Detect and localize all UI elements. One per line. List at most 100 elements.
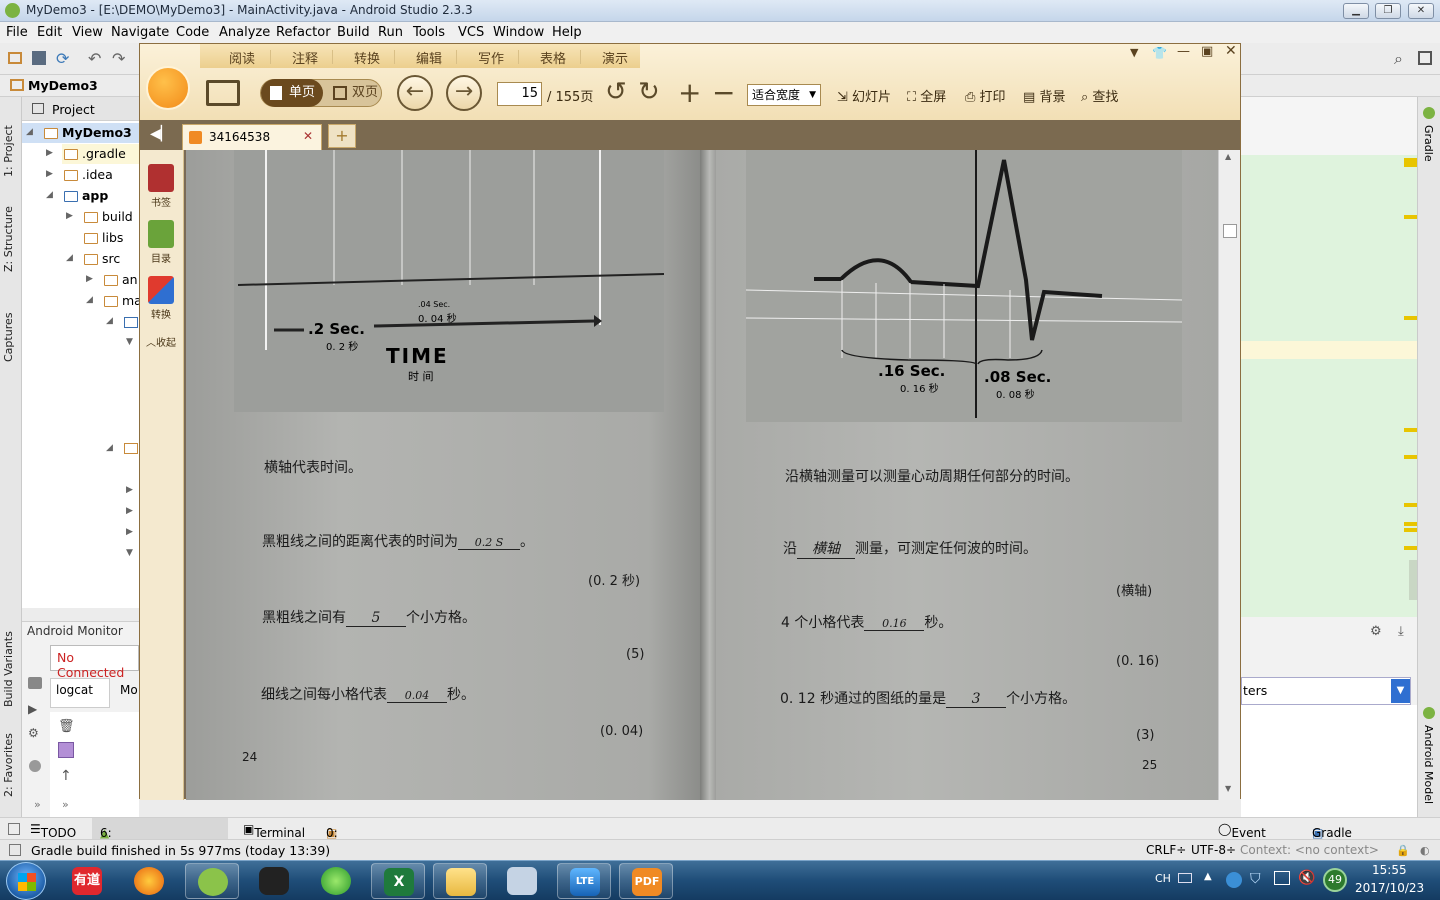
sysinfo-icon[interactable]: ⚙	[28, 726, 39, 740]
rotate-right-icon[interactable]: ↻	[638, 77, 660, 107]
taskbar-360[interactable]	[309, 863, 363, 899]
tab-logcat[interactable]: logcat	[56, 683, 93, 697]
tree-item-idea[interactable]: .idea	[64, 167, 113, 182]
toggle-sidebar-icon[interactable]: ◀▏	[150, 126, 172, 142]
scroll-thumb[interactable]	[1223, 224, 1237, 238]
tree-item-app[interactable]: app	[64, 188, 108, 203]
tree-item-androidtest[interactable]: an	[104, 272, 138, 287]
expand-arrow[interactable]: ▼	[126, 337, 133, 347]
taskbar-android-studio[interactable]	[185, 863, 239, 899]
tab-android-model[interactable]: Android Model	[1422, 725, 1435, 804]
print-button[interactable]: ⎙ 打印	[965, 86, 1006, 105]
menu-view[interactable]: View	[72, 25, 103, 40]
reader-menu-icon[interactable]: ▼	[1130, 46, 1138, 59]
expand-arrow[interactable]: ▶	[46, 169, 53, 179]
close-tab-icon[interactable]: ✕	[303, 129, 313, 143]
logcat-filter-select[interactable]: ters	[1243, 683, 1267, 698]
page-number-input[interactable]: 15	[497, 82, 542, 106]
taskbar-youdao[interactable]: 有道	[60, 863, 114, 899]
sidebar-toc[interactable]: 目录	[146, 220, 176, 265]
tab-terminal[interactable]: ▣ Terminal	[243, 822, 305, 840]
menu-navigate[interactable]: Navigate	[111, 25, 169, 40]
menu-build[interactable]: Build	[337, 25, 370, 40]
volume-muted-icon[interactable]: 🔇	[1298, 870, 1315, 886]
tree-item-main[interactable]: ma	[104, 293, 142, 308]
taskbar-calculator[interactable]	[495, 863, 549, 899]
lock-icon[interactable]: 🔒	[1396, 844, 1410, 857]
tray-app-icon[interactable]	[1226, 872, 1242, 888]
filter-dropdown-arrow[interactable]: ▼	[1391, 679, 1410, 703]
memory-icon[interactable]: ◐	[1420, 844, 1430, 857]
taskbar-nox[interactable]	[247, 863, 301, 899]
clock-date[interactable]: 2017/10/23	[1355, 881, 1424, 895]
tree-item-mydemo3[interactable]: MyDemo3	[44, 125, 132, 140]
search-icon[interactable]: ⌕	[1394, 49, 1403, 69]
network-icon[interactable]	[1274, 871, 1290, 885]
taskbar-excel[interactable]: X	[371, 863, 425, 899]
tab-write[interactable]: 写作	[478, 48, 504, 67]
redo-icon[interactable]: ↷	[112, 49, 125, 68]
tab-structure[interactable]: Z: Structure	[2, 192, 15, 272]
tab-todo[interactable]: ☰ TODO	[30, 822, 76, 840]
expand-arrow[interactable]: ▶	[86, 274, 93, 284]
tab-edit[interactable]: 编辑	[416, 48, 442, 67]
tab-monitors[interactable]: Mo	[120, 683, 138, 697]
taskbar-firefox[interactable]	[122, 863, 176, 899]
clock-time[interactable]: 15:55	[1372, 863, 1407, 877]
start-button[interactable]	[6, 862, 46, 900]
document-tab[interactable]: 34164538 ✕	[182, 124, 322, 150]
tab-annotate[interactable]: 注释	[292, 48, 318, 67]
sync-icon[interactable]: ⟳	[56, 49, 69, 68]
scroll-up-arrow[interactable]: ▲	[1225, 152, 1231, 161]
undo-icon[interactable]: ↶	[88, 49, 101, 68]
record-icon[interactable]: ▶	[28, 702, 37, 716]
reader-maximize-icon[interactable]: ▣	[1201, 44, 1213, 59]
reader-logo-icon[interactable]	[146, 66, 190, 110]
scroll-down-arrow[interactable]: ▼	[1225, 784, 1231, 793]
taskbar-lte[interactable]: LTE	[557, 863, 611, 899]
shield-icon[interactable]: ⛉	[1250, 871, 1261, 887]
pdf-vertical-scrollbar[interactable]: ▲ ▼	[1218, 150, 1240, 800]
minimize-button[interactable]: ▁	[1343, 3, 1369, 19]
screenshot-icon[interactable]	[28, 677, 42, 689]
tab-favorites[interactable]: 2: Favorites	[2, 727, 15, 797]
menu-edit[interactable]: Edit	[37, 25, 62, 40]
menu-code[interactable]: Code	[176, 25, 209, 40]
expand-arrow[interactable]: ◢	[46, 190, 53, 200]
expand-arrow[interactable]: ▼	[126, 548, 133, 558]
reader-skin-icon[interactable]: 👕	[1152, 46, 1167, 60]
more-icon-2[interactable]: »	[62, 798, 69, 811]
zoom-out-icon[interactable]: −	[712, 76, 735, 109]
tab-present[interactable]: 演示	[602, 48, 628, 67]
encoding-selector[interactable]: UTF-8÷	[1191, 843, 1236, 857]
expand-arrow[interactable]: ◢	[106, 316, 113, 326]
taskbar-pdf-reader[interactable]: PDF	[619, 863, 673, 899]
zoom-in-icon[interactable]: +	[678, 76, 701, 109]
tab-captures[interactable]: Captures	[2, 292, 15, 362]
menu-window[interactable]: Window	[493, 25, 544, 40]
fullscreen-button[interactable]: ⛶ 全屏	[907, 86, 946, 105]
expand-arrow[interactable]: ◢	[86, 295, 93, 305]
background-button[interactable]: ▤ 背景	[1023, 86, 1065, 105]
tab-project[interactable]: 1: Project	[2, 107, 15, 177]
new-tab-button[interactable]: +	[328, 124, 356, 148]
soft-wrap-icon[interactable]	[58, 742, 74, 758]
expand-arrow[interactable]: ▶	[126, 506, 133, 516]
tab-convert[interactable]: 转换	[354, 48, 380, 67]
terminate-icon[interactable]	[29, 760, 41, 772]
tree-item-build[interactable]: build	[84, 209, 133, 224]
expand-arrow[interactable]: ▶	[66, 211, 73, 221]
expand-arrow[interactable]: ◢	[106, 443, 113, 453]
toggle-panels-icon[interactable]	[8, 823, 20, 835]
prev-page-button[interactable]: ←	[397, 75, 433, 111]
expand-arrow[interactable]: ▶	[126, 527, 133, 537]
find-button[interactable]: ⌕ 查找	[1081, 86, 1118, 105]
open-folder-icon[interactable]	[8, 52, 22, 64]
next-page-button[interactable]: →	[446, 75, 482, 111]
tab-table[interactable]: 表格	[540, 48, 566, 67]
menu-file[interactable]: File	[6, 25, 28, 40]
tab-event-log[interactable]: ◯ Event Log	[1218, 822, 1266, 854]
slideshow-button[interactable]: ⇲ 幻灯片	[837, 86, 891, 105]
sidebar-bookmark[interactable]: 书签	[146, 164, 176, 209]
breadcrumb-project[interactable]: MyDemo3	[28, 78, 98, 93]
